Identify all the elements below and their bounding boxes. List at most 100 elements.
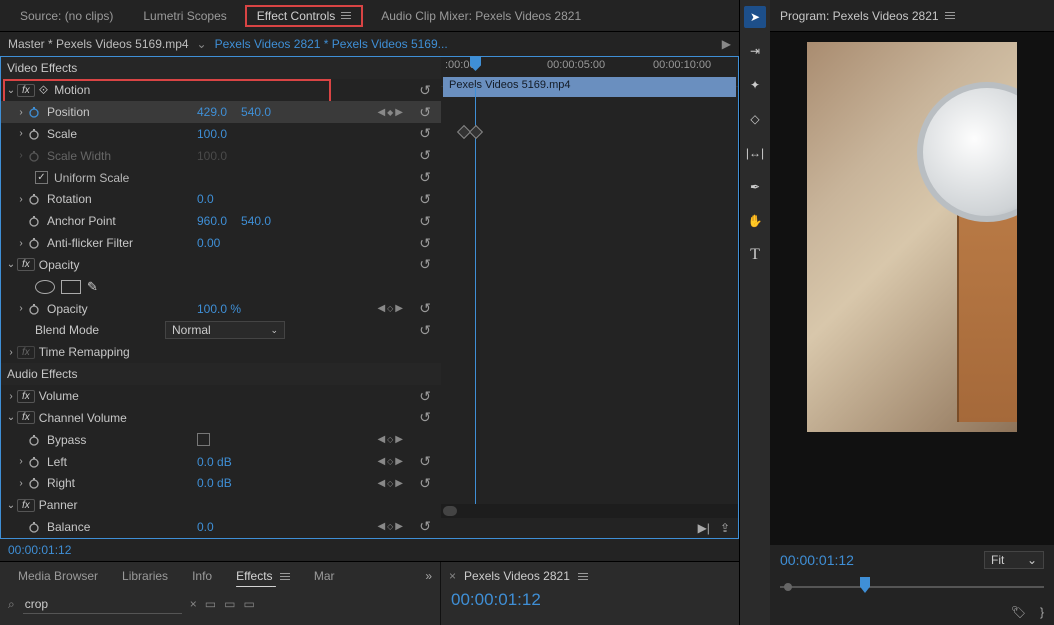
- pen-mask-icon[interactable]: ✎: [87, 279, 98, 295]
- chevron-right-icon[interactable]: ›: [15, 456, 27, 467]
- hand-tool-icon[interactable]: ✋: [744, 210, 766, 232]
- timeline-timecode[interactable]: 00:00:01:12: [441, 590, 739, 610]
- uniform-scale-checkbox[interactable]: [35, 171, 48, 184]
- chevron-down-icon[interactable]: ⌄: [197, 37, 207, 51]
- opacity-value[interactable]: 100.0 %: [197, 302, 255, 316]
- reset-icon[interactable]: ↺: [419, 453, 431, 470]
- chevron-right-icon[interactable]: ›: [15, 303, 27, 314]
- stopwatch-icon[interactable]: [27, 105, 41, 119]
- effect-motion-row[interactable]: ⌄ fx ⟐ Motion ↺: [1, 79, 441, 101]
- timeline-tab[interactable]: Pexels Videos 2821: [464, 569, 570, 583]
- effect-opacity-row[interactable]: ⌄ fx Opacity ↺: [1, 254, 441, 276]
- preset-bin-icon[interactable]: ▭: [224, 597, 235, 611]
- fx-badge-icon[interactable]: fx: [17, 499, 35, 512]
- property-bypass-row[interactable]: › Bypass ◀◇▶: [1, 429, 441, 451]
- keyframe-nav[interactable]: ◀◇▶: [377, 434, 403, 445]
- program-timecode[interactable]: 00:00:01:12: [780, 552, 854, 568]
- anchor-x-value[interactable]: 960.0: [197, 214, 241, 228]
- marker-icon[interactable]: 🏷: [1011, 605, 1026, 619]
- razor-tool-icon[interactable]: ◇: [744, 108, 766, 130]
- reset-icon[interactable]: ↺: [419, 147, 431, 164]
- selection-tool-icon[interactable]: ➤: [744, 6, 766, 28]
- play-icon[interactable]: ▶: [722, 37, 731, 51]
- fx-badge-icon[interactable]: fx: [17, 346, 35, 359]
- chevron-right-icon[interactable]: ›: [15, 107, 27, 118]
- blendmode-select[interactable]: Normal ⌄: [165, 321, 285, 339]
- stopwatch-icon[interactable]: [27, 302, 41, 316]
- left-value[interactable]: 0.0 dB: [197, 455, 246, 469]
- reset-icon[interactable]: ↺: [419, 300, 431, 317]
- close-icon[interactable]: ×: [449, 569, 456, 583]
- zoom-select[interactable]: Fit ⌄: [984, 551, 1044, 569]
- reset-icon[interactable]: ↺: [419, 235, 431, 252]
- timeline-ruler[interactable]: :00:00 00:00:05:00 00:00:10:00 Pexels Vi…: [441, 57, 738, 87]
- reset-icon[interactable]: ↺: [419, 125, 431, 142]
- horizontal-scrollbar[interactable]: [441, 504, 738, 518]
- rectangle-mask-icon[interactable]: [61, 280, 81, 294]
- reset-icon[interactable]: ↺: [419, 409, 431, 426]
- position-y-value[interactable]: 540.0: [241, 105, 285, 119]
- stopwatch-icon[interactable]: [27, 214, 41, 228]
- chevron-right-icon[interactable]: ›: [15, 194, 27, 205]
- tab-effects-panel[interactable]: Effects: [226, 567, 300, 585]
- loop-play-icon[interactable]: ▶|: [698, 521, 710, 535]
- status-timecode[interactable]: 00:00:01:12: [8, 543, 71, 557]
- rotation-value[interactable]: 0.0: [197, 192, 228, 206]
- preset-bin-icon[interactable]: ▭: [205, 597, 216, 611]
- reset-icon[interactable]: ↺: [419, 191, 431, 208]
- reset-icon[interactable]: ↺: [419, 213, 431, 230]
- property-right-row[interactable]: › Right 0.0 dB ◀◇▶ ↺: [1, 472, 441, 494]
- preset-bin-icon[interactable]: ▭: [243, 597, 254, 611]
- effect-panner-row[interactable]: ⌄ fx Panner: [1, 494, 441, 516]
- tab-audio-mixer[interactable]: Audio Clip Mixer: Pexels Videos 2821: [369, 5, 593, 27]
- anchor-y-value[interactable]: 540.0: [241, 214, 285, 228]
- keyframe-nav[interactable]: ◀◇▶: [377, 456, 403, 467]
- reset-icon[interactable]: ↺: [419, 256, 431, 273]
- keyframe-nav[interactable]: ◀◆▶: [377, 107, 403, 118]
- stopwatch-icon[interactable]: [27, 236, 41, 250]
- fx-badge-icon[interactable]: fx: [17, 390, 35, 403]
- out-bracket-icon[interactable]: }: [1040, 605, 1044, 619]
- chevron-right-icon[interactable]: ›: [5, 391, 17, 402]
- ellipse-mask-icon[interactable]: [35, 280, 55, 294]
- panel-menu-icon[interactable]: [578, 573, 588, 580]
- overflow-icon[interactable]: »: [425, 569, 432, 583]
- effect-volume-row[interactable]: › fx Volume ↺: [1, 385, 441, 407]
- tab-source[interactable]: Source: (no clips): [8, 5, 125, 27]
- scrubber-handle[interactable]: [860, 577, 870, 593]
- fx-badge-icon[interactable]: fx: [17, 411, 35, 424]
- tab-lumetri[interactable]: Lumetri Scopes: [131, 5, 238, 27]
- tab-info[interactable]: Info: [182, 567, 222, 585]
- keyframe-nav[interactable]: ◀◇▶: [377, 521, 403, 532]
- stopwatch-icon[interactable]: [27, 192, 41, 206]
- fx-badge-icon[interactable]: fx: [17, 84, 35, 97]
- property-anchor-row[interactable]: › Anchor Point 960.0 540.0 ↺: [1, 210, 441, 232]
- chevron-down-icon[interactable]: ⌄: [5, 85, 17, 96]
- reset-icon[interactable]: ↺: [419, 388, 431, 405]
- property-balance-row[interactable]: › Balance 0.0 ◀◇▶ ↺: [1, 516, 441, 538]
- reset-icon[interactable]: ↺: [419, 82, 431, 99]
- transform-icon[interactable]: ⟐: [39, 83, 48, 98]
- uniform-scale-row[interactable]: Uniform Scale ↺: [1, 167, 441, 189]
- reset-icon[interactable]: ↺: [419, 518, 431, 535]
- tab-effect-controls[interactable]: Effect Controls: [245, 5, 363, 27]
- keyframe-nav[interactable]: ◀◇▶: [377, 478, 403, 489]
- fx-badge-icon[interactable]: fx: [17, 258, 35, 271]
- property-rotation-row[interactable]: › Rotation 0.0 ↺: [1, 188, 441, 210]
- sequence-clip-label[interactable]: Pexels Videos 2821 * Pexels Videos 5169.…: [215, 37, 448, 51]
- property-position-row[interactable]: › Position 429.0 540.0 ◀◆▶ ↺: [1, 101, 441, 123]
- program-monitor[interactable]: [770, 32, 1054, 545]
- position-x-value[interactable]: 429.0: [197, 105, 241, 119]
- property-blendmode-row[interactable]: Blend Mode Normal ⌄ ↺: [1, 319, 441, 341]
- type-tool-icon[interactable]: T: [744, 244, 766, 266]
- reset-icon[interactable]: ↺: [419, 104, 431, 121]
- export-icon[interactable]: ⇪: [720, 521, 730, 535]
- playhead[interactable]: [475, 87, 476, 504]
- stopwatch-icon[interactable]: [27, 127, 41, 141]
- chevron-down-icon[interactable]: ⌄: [5, 259, 17, 270]
- scale-value[interactable]: 100.0: [197, 127, 241, 141]
- tab-markers[interactable]: Mar: [304, 567, 345, 585]
- chevron-right-icon[interactable]: ›: [15, 478, 27, 489]
- chevron-down-icon[interactable]: ⌄: [5, 500, 17, 511]
- reset-icon[interactable]: ↺: [419, 169, 431, 186]
